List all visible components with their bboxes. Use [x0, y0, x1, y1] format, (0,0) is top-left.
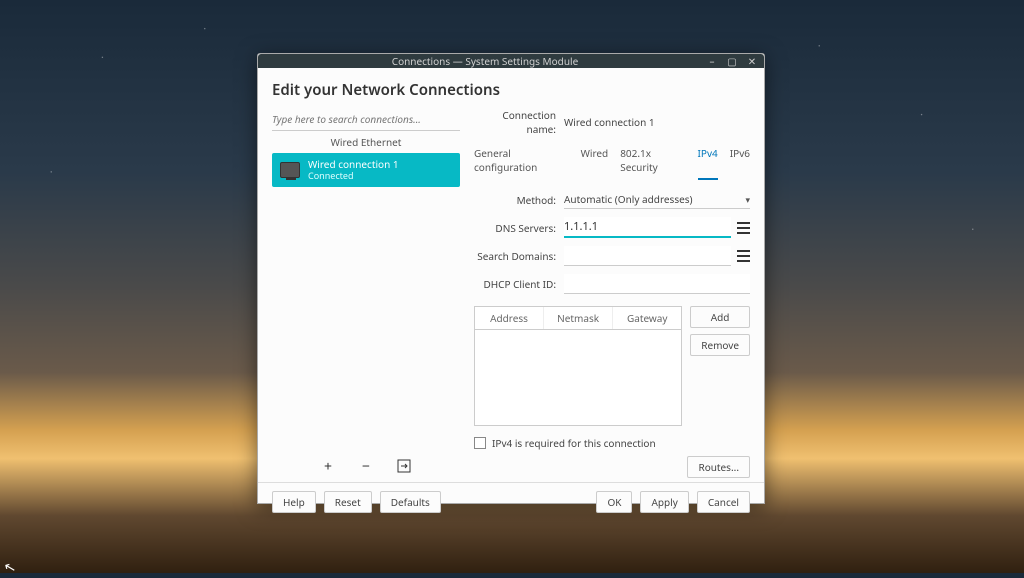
addresses-table[interactable]: Address Netmask Gateway — [474, 306, 682, 426]
mouse-cursor-icon: ↖ — [2, 557, 18, 578]
col-header-gateway: Gateway — [613, 307, 681, 329]
minimize-button[interactable]: – — [706, 55, 718, 67]
maximize-button[interactable]: ▢ — [726, 55, 738, 67]
ipv4-required-label: IPv4 is required for this connection — [492, 436, 656, 450]
dns-servers-input[interactable] — [564, 217, 731, 238]
connection-item-wired-1[interactable]: Wired connection 1 Connected — [272, 153, 460, 187]
tab-wired[interactable]: Wired — [581, 144, 609, 180]
page-heading: Edit your Network Connections — [258, 68, 764, 108]
defaults-button[interactable]: Defaults — [380, 491, 441, 513]
add-address-button[interactable]: Add — [690, 306, 750, 328]
apply-button[interactable]: Apply — [640, 491, 688, 513]
method-label: Method: — [474, 193, 564, 207]
search-domains-label: Search Domains: — [474, 249, 564, 263]
help-button[interactable]: Help — [272, 491, 316, 513]
titlebar[interactable]: Connections — System Settings Module – ▢… — [258, 54, 764, 68]
close-button[interactable]: ✕ — [746, 55, 758, 67]
settings-window: Connections — System Settings Module – ▢… — [257, 53, 765, 504]
method-value: Automatic (Only addresses) — [564, 192, 693, 206]
tabs: General configuration Wired 802.1x Secur… — [474, 144, 750, 180]
dhcp-client-id-label: DHCP Client ID: — [474, 277, 564, 291]
chevron-down-icon: ▾ — [745, 193, 750, 206]
routes-button[interactable]: Routes... — [687, 456, 750, 478]
export-connection-button[interactable] — [396, 458, 412, 474]
ethernet-icon — [280, 162, 300, 178]
ipv4-required-checkbox[interactable] — [474, 437, 486, 449]
cancel-button[interactable]: Cancel — [697, 491, 750, 513]
tab-ipv6[interactable]: IPv6 — [730, 144, 750, 180]
connection-name-label: Connection name: — [474, 108, 564, 136]
col-header-netmask: Netmask — [544, 307, 613, 329]
method-select[interactable]: Automatic (Only addresses) ▾ — [564, 190, 750, 209]
tab-8021x[interactable]: 802.1x Security — [620, 144, 685, 180]
dns-menu-button[interactable] — [737, 222, 750, 234]
window-title: Connections — System Settings Module — [264, 54, 706, 68]
connections-list-pane: Wired Ethernet Wired connection 1 Connec… — [272, 108, 460, 478]
search-domains-menu-button[interactable] — [737, 250, 750, 262]
remove-address-button[interactable]: Remove — [690, 334, 750, 356]
search-domains-input[interactable] — [564, 246, 731, 266]
col-header-address: Address — [475, 307, 544, 329]
connection-name-value: Wired connection 1 — [564, 115, 750, 129]
search-input[interactable] — [272, 108, 460, 131]
dhcp-client-id-input[interactable] — [564, 274, 750, 294]
connection-detail-pane: Connection name: Wired connection 1 Gene… — [474, 108, 750, 478]
connection-status: Connected — [308, 171, 399, 181]
ok-button[interactable]: OK — [596, 491, 632, 513]
tab-general[interactable]: General configuration — [474, 144, 569, 180]
export-icon — [397, 459, 411, 473]
add-connection-button[interactable]: + — [320, 458, 336, 474]
remove-connection-button[interactable]: − — [358, 458, 374, 474]
dialog-footer: Help Reset Defaults OK Apply Cancel — [258, 482, 764, 521]
dns-label: DNS Servers: — [474, 221, 564, 235]
section-label-wired: Wired Ethernet — [272, 131, 460, 153]
tab-ipv4[interactable]: IPv4 — [698, 144, 718, 180]
reset-button[interactable]: Reset — [324, 491, 372, 513]
